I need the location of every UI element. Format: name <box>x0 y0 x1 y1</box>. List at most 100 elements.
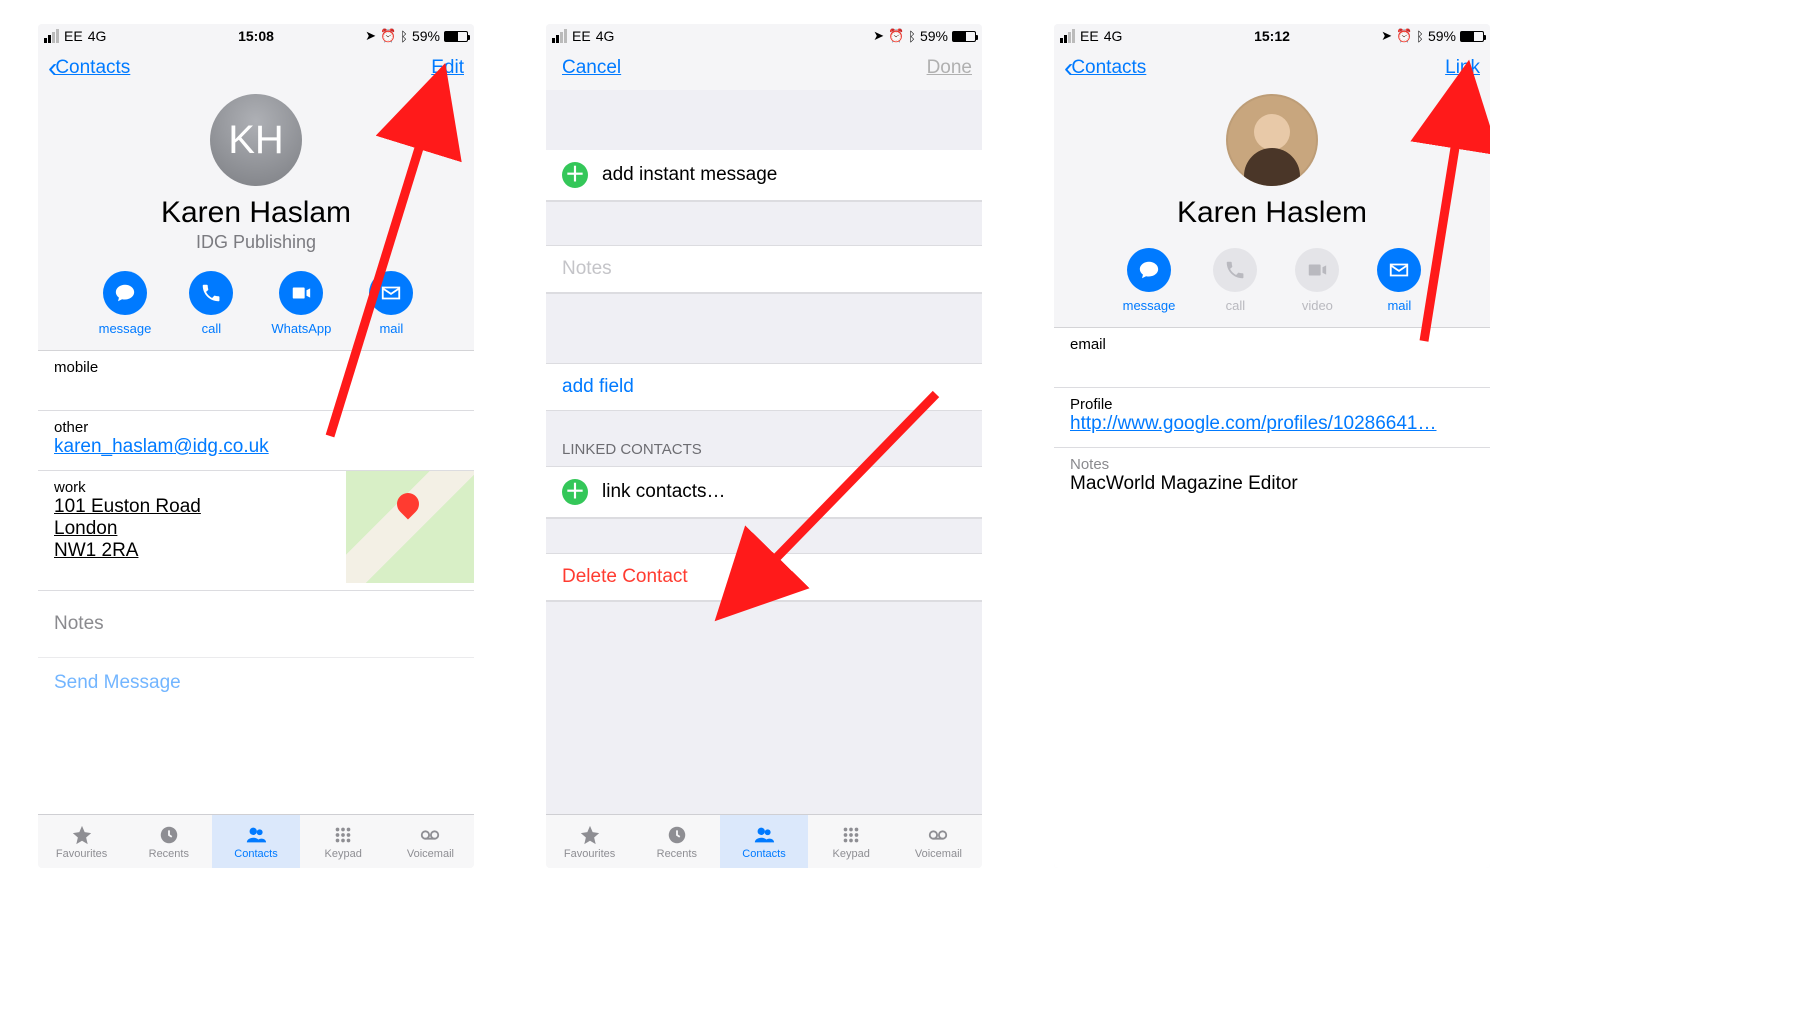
tab-voicemail[interactable]: Voicemail <box>387 815 474 868</box>
tab-label: Voicemail <box>407 848 454 860</box>
field-value: MacWorld Magazine Editor <box>1070 473 1474 495</box>
keypad-icon <box>330 824 356 846</box>
avatar[interactable]: KH <box>210 94 302 186</box>
action-label: message <box>1123 298 1176 313</box>
location-icon: ➤ <box>1381 28 1392 44</box>
tab-label: Favourites <box>56 848 107 860</box>
signal-icon <box>552 29 567 43</box>
back-button[interactable]: ‹ Contacts <box>48 54 130 82</box>
action-label: mail <box>379 321 403 336</box>
location-icon: ➤ <box>873 28 884 44</box>
action-label: call <box>202 321 222 336</box>
network-label: 4G <box>596 28 615 44</box>
add-im-label: add instant message <box>602 164 777 186</box>
action-row: message call video mail <box>1054 248 1490 313</box>
message-icon <box>114 282 136 304</box>
navbar: ‹ Contacts Link <box>1054 46 1490 90</box>
field-value <box>54 376 458 398</box>
location-icon: ➤ <box>365 28 376 44</box>
tab-label: Recents <box>657 848 697 860</box>
signal-icon <box>1060 29 1075 43</box>
screen-contact-detail-2: EE 4G 15:12 ➤ ⏰ ᛒ 59% ‹ Contacts Link Ka… <box>1054 24 1490 868</box>
done-button[interactable]: Done <box>927 57 972 79</box>
tab-contacts[interactable]: Contacts <box>212 815 299 868</box>
tab-favourites[interactable]: Favourites <box>546 815 633 868</box>
alarm-icon: ⏰ <box>888 28 904 44</box>
contact-org: IDG Publishing <box>38 232 474 253</box>
field-label: Profile <box>1070 396 1474 413</box>
carrier-label: EE <box>1080 28 1099 44</box>
field-other[interactable]: other karen_haslam@idg.co.uk <box>38 411 474 471</box>
tab-keypad[interactable]: Keypad <box>808 815 895 868</box>
navbar: Cancel Done <box>546 46 982 90</box>
link-contacts-row[interactable]: ＋ link contacts… <box>546 466 982 518</box>
alarm-icon: ⏰ <box>1396 28 1412 44</box>
contact-header: Karen Haslem message call video mail <box>1054 90 1490 328</box>
back-button[interactable]: ‹ Contacts <box>1064 54 1146 82</box>
field-label: other <box>54 419 458 436</box>
edit-content: ＋ add instant message Notes add field LI… <box>546 90 982 814</box>
voicemail-icon <box>417 824 443 846</box>
battery-icon <box>444 31 468 42</box>
keypad-icon <box>838 824 864 846</box>
action-message[interactable]: message <box>99 271 152 336</box>
battery-pct: 59% <box>920 28 948 44</box>
tab-contacts[interactable]: Contacts <box>720 815 807 868</box>
link-button[interactable]: Link <box>1445 57 1480 79</box>
action-label: mail <box>1387 298 1411 313</box>
video-icon <box>290 282 312 304</box>
action-call[interactable]: call <box>189 271 233 336</box>
message-icon <box>1138 259 1160 281</box>
field-mobile[interactable]: mobile <box>38 351 474 411</box>
add-im-row[interactable]: ＋ add instant message <box>546 150 982 201</box>
field-label: Notes <box>1070 456 1474 473</box>
field-work-address[interactable]: work 101 Euston Road London NW1 2RA <box>38 471 474 591</box>
action-message[interactable]: message <box>1123 248 1176 313</box>
add-field-row[interactable]: add field <box>546 363 982 411</box>
tab-recents[interactable]: Recents <box>125 815 212 868</box>
contacts-icon <box>751 824 777 846</box>
mail-icon <box>1388 259 1410 281</box>
notes-field[interactable]: Notes <box>546 245 982 293</box>
delete-contact-row[interactable]: Delete Contact <box>546 554 982 601</box>
field-label: email <box>1070 336 1474 353</box>
tab-bar: Favourites Recents Contacts Keypad Voice… <box>546 814 982 868</box>
tab-label: Recents <box>149 848 189 860</box>
tab-voicemail[interactable]: Voicemail <box>895 815 982 868</box>
mail-icon <box>380 282 402 304</box>
clock-icon <box>664 824 690 846</box>
battery-icon <box>952 31 976 42</box>
battery-pct: 59% <box>412 28 440 44</box>
action-call: call <box>1213 248 1257 313</box>
screen-contact-detail: EE 4G 15:08 ➤ ⏰ ᛒ 59% ‹ Contacts Edit KH… <box>38 24 474 868</box>
action-mail[interactable]: mail <box>1377 248 1421 313</box>
clock: 15:12 <box>1254 28 1290 44</box>
cancel-button[interactable]: Cancel <box>562 57 621 79</box>
notes-label[interactable]: Notes <box>38 591 474 657</box>
send-message-row[interactable]: Send Message <box>38 657 474 708</box>
contact-header: KH Karen Haslam IDG Publishing message c… <box>38 90 474 351</box>
field-notes[interactable]: Notes MacWorld Magazine Editor <box>1054 448 1490 507</box>
plus-icon: ＋ <box>562 162 588 188</box>
action-label: video <box>1302 298 1333 313</box>
field-email[interactable]: email <box>1054 328 1490 388</box>
field-profile[interactable]: Profile http://www.google.com/profiles/1… <box>1054 388 1490 448</box>
tab-bar: Favourites Recents Contacts Keypad Voice… <box>38 814 474 868</box>
tab-label: Contacts <box>742 848 785 860</box>
map-thumbnail[interactable] <box>346 471 474 583</box>
edit-button[interactable]: Edit <box>431 57 464 79</box>
tab-label: Keypad <box>833 848 870 860</box>
star-icon <box>577 824 603 846</box>
action-mail[interactable]: mail <box>369 271 413 336</box>
alarm-icon: ⏰ <box>380 28 396 44</box>
tab-favourites[interactable]: Favourites <box>38 815 125 868</box>
tab-keypad[interactable]: Keypad <box>300 815 387 868</box>
avatar[interactable] <box>1226 94 1318 186</box>
battery-pct: 59% <box>1428 28 1456 44</box>
bluetooth-icon: ᛒ <box>1416 29 1424 44</box>
action-label: call <box>1226 298 1246 313</box>
bluetooth-icon: ᛒ <box>400 29 408 44</box>
action-whatsapp[interactable]: WhatsApp <box>271 271 331 336</box>
back-label: Contacts <box>55 57 130 79</box>
tab-recents[interactable]: Recents <box>633 815 720 868</box>
